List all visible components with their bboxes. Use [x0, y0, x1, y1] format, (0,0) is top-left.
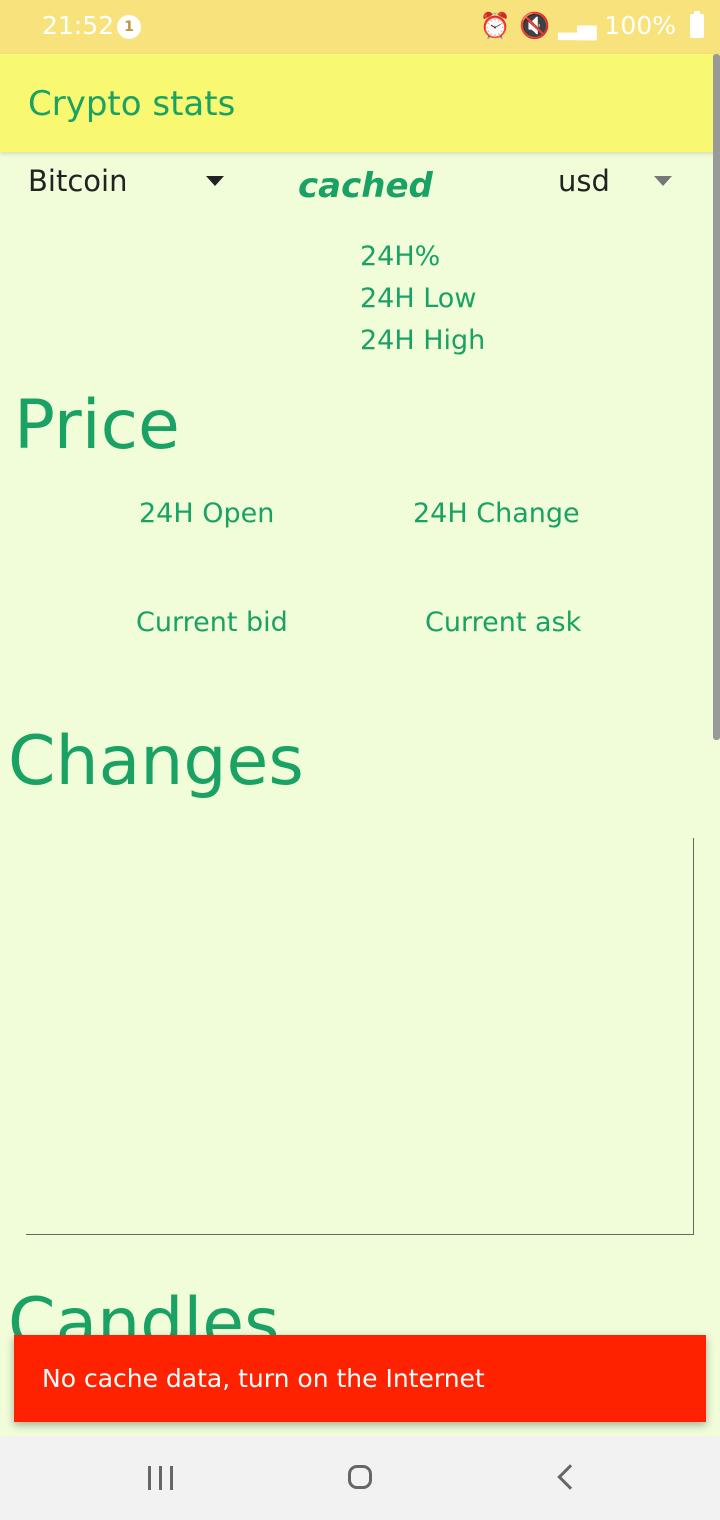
- navigation-bar: [0, 1436, 720, 1520]
- back-icon[interactable]: [557, 1464, 583, 1490]
- app-bar: Crypto stats: [0, 54, 720, 152]
- low-24h: 24H Low: [360, 283, 477, 314]
- change-24h: 24H Change: [413, 498, 580, 529]
- cache-status: cached: [298, 166, 433, 206]
- changes-chart: [26, 838, 694, 1235]
- mute-icon: 🔇: [519, 11, 551, 40]
- scrollbar[interactable]: [713, 54, 720, 740]
- change-24h-pct: 24H%: [360, 241, 441, 272]
- status-icons: ⏰ 🔇 ▂▄ 100%: [480, 11, 676, 41]
- current-bid: Current bid: [136, 607, 288, 638]
- battery-icon: [690, 11, 704, 38]
- alarm-icon: ⏰: [479, 11, 512, 40]
- home-icon[interactable]: [348, 1465, 372, 1489]
- battery-percent: 100%: [604, 11, 676, 40]
- dropdown-arrow-icon: [206, 176, 224, 186]
- signal-icon: ▂▄: [558, 11, 597, 40]
- high-24h: 24H High: [360, 325, 486, 356]
- status-time: 21:52: [42, 11, 115, 40]
- changes-heading: Changes: [8, 722, 304, 801]
- coin-spinner-value: Bitcoin: [28, 164, 128, 198]
- current-ask: Current ask: [425, 607, 582, 638]
- status-bar: 21:52 1 ⏰ 🔇 ▂▄ 100%: [0, 0, 720, 54]
- dropdown-arrow-icon: [654, 176, 672, 186]
- price-heading: Price: [14, 386, 180, 465]
- snackbar: No cache data, turn on the Internet: [14, 1335, 706, 1422]
- snackbar-message: No cache data, turn on the Internet: [42, 1364, 485, 1393]
- notification-badge: 1: [117, 15, 141, 39]
- app-title: Crypto stats: [28, 84, 236, 124]
- currency-spinner-value: usd: [558, 164, 610, 198]
- open-24h: 24H Open: [139, 498, 275, 529]
- recents-icon[interactable]: [148, 1466, 176, 1490]
